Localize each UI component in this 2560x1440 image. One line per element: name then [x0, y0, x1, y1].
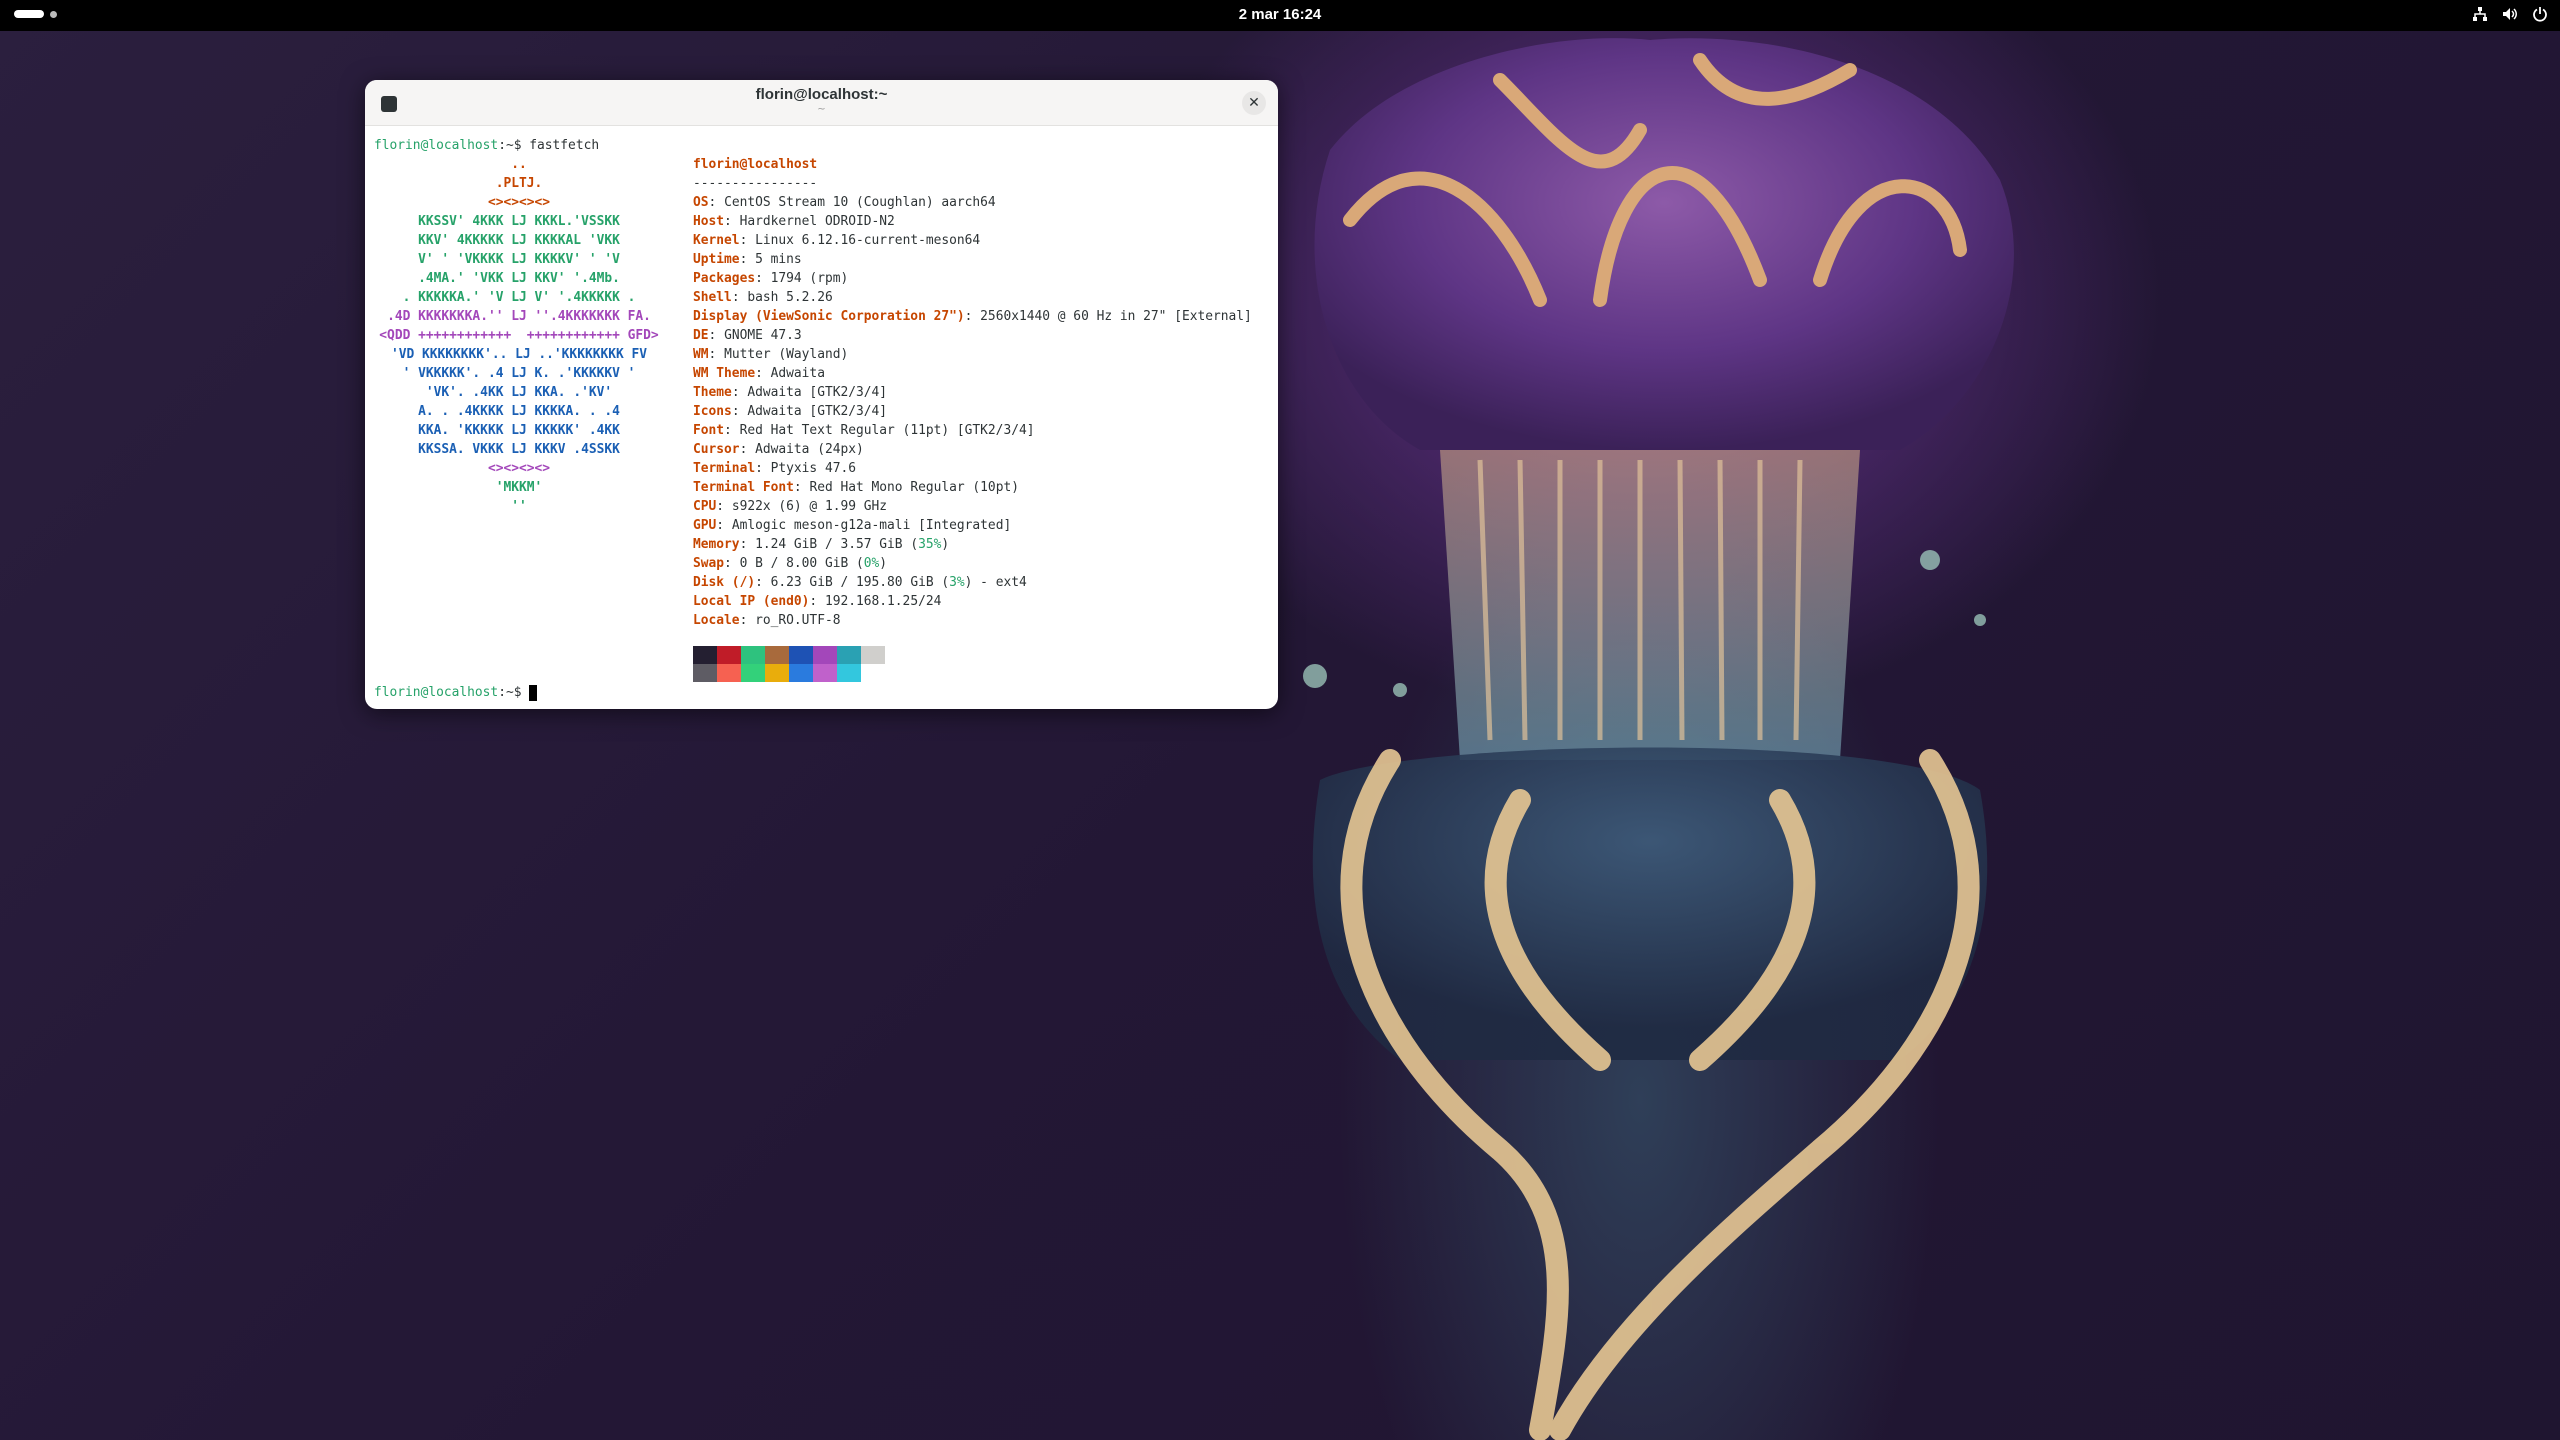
info-row: Display (ViewSonic Corporation 27"): 256…: [693, 309, 1252, 324]
logo-line: <><><><>: [487, 461, 551, 476]
logo-line: .PLTJ.: [495, 176, 543, 191]
prompt-user: florin@localhost: [374, 685, 499, 700]
info-row: Memory: 1.24 GiB / 3.57 GiB (35%): [693, 537, 950, 552]
info-row: OS: CentOS Stream 10 (Coughlan) aarch64: [693, 195, 996, 210]
system-tray[interactable]: [2472, 6, 2548, 22]
info-row: Font: Red Hat Text Regular (11pt) [GTK2/…: [693, 423, 1035, 438]
info-row: CPU: s922x (6) @ 1.99 GHz: [693, 499, 888, 514]
info-row: Local IP (end0): 192.168.1.25/24: [693, 594, 942, 609]
info-row: WM Theme: Adwaita: [693, 366, 825, 381]
logo-line: KKV' 4KKKKK LJ KKKKAL 'VKK: [418, 233, 620, 248]
info-row: Packages: 1794 (rpm): [693, 271, 849, 286]
prompt-user: florin@localhost: [374, 138, 499, 153]
terminal-content[interactable]: florin@localhost:~$ fastfetch .. .PLTJ. …: [374, 136, 1272, 709]
logo-line: ..: [511, 157, 527, 172]
color-swatch: [693, 646, 717, 664]
prompt-path: :~$: [498, 138, 522, 153]
info-row: Swap: 0 B / 8.00 GiB (0%): [693, 556, 888, 571]
info-row: Locale: ro_RO.UTF-8: [693, 613, 841, 628]
color-swatch: [837, 664, 861, 682]
logo-line: KKSSA. VKKK LJ KKKV .4SSKK: [418, 442, 620, 457]
info-row: Shell: bash 5.2.26: [693, 290, 833, 305]
window-header[interactable]: florin@localhost:~ ~ ✕: [365, 80, 1278, 126]
terminal-window[interactable]: florin@localhost:~ ~ ✕ florin@localhost:…: [365, 80, 1278, 709]
color-swatch: [861, 664, 885, 682]
prompt-line[interactable]: florin@localhost:~$: [374, 683, 538, 702]
logo-line: KKA. 'KKKKK LJ KKKKK' .4KK: [418, 423, 620, 438]
power-icon[interactable]: [2532, 6, 2548, 22]
color-swatch: [765, 646, 789, 664]
info-row: Uptime: 5 mins: [693, 252, 802, 267]
color-palette: [693, 646, 885, 682]
color-swatch: [693, 664, 717, 682]
info-row: Terminal Font: Red Hat Mono Regular (10p…: [693, 480, 1019, 495]
color-swatch: [789, 646, 813, 664]
color-swatch: [813, 646, 837, 664]
info-row: DE: GNOME 47.3: [693, 328, 802, 343]
logo-line: . KKKKKA.' 'V LJ V' '.4KKKKK .: [402, 290, 636, 305]
window-title: florin@localhost:~: [755, 86, 888, 103]
color-swatch: [813, 664, 837, 682]
logo-line: 'VD KKKKKKKK'.. LJ ..'KKKKKKKK FV: [390, 347, 648, 362]
text-cursor: [529, 684, 538, 701]
logo-line: 'MKKM': [495, 480, 543, 495]
info-row: WM: Mutter (Wayland): [693, 347, 849, 362]
prompt-path: :~$: [498, 685, 522, 700]
distro-logo: .. .PLTJ. <><><><> KKSSV' 4KKK LJ KKKL.'…: [374, 155, 664, 516]
logo-line: ' VKKKKK'. .4 LJ K. .'KKKKKV ': [402, 366, 636, 381]
color-swatch: [741, 646, 765, 664]
info-row: Terminal: Ptyxis 47.6: [693, 461, 856, 476]
logo-line: KKSSV' 4KKK LJ KKKL.'VSSKK: [418, 214, 620, 229]
network-icon[interactable]: [2472, 6, 2488, 22]
logo-line: .4MA.' 'VKK LJ KKV' '.4Mb.: [418, 271, 620, 286]
logo-line: <QDD ++++++++++++ ++++++++++++ GFD>: [379, 328, 659, 343]
info-row: Icons: Adwaita [GTK2/3/4]: [693, 404, 888, 419]
info-row: Theme: Adwaita [GTK2/3/4]: [693, 385, 888, 400]
color-swatch: [717, 664, 741, 682]
separator: ----------------: [693, 176, 818, 191]
color-swatch: [765, 664, 789, 682]
logo-line: 'VK'. .4KK LJ KKA. .'KV': [425, 385, 613, 400]
command-line: florin@localhost:~$ fastfetch: [374, 136, 599, 155]
info-row: Cursor: Adwaita (24px): [693, 442, 864, 457]
color-swatch: [741, 664, 765, 682]
logo-line: A. . .4KKKK LJ KKKKA. . .4: [418, 404, 620, 419]
logo-line: '': [511, 499, 527, 514]
volume-icon[interactable]: [2502, 6, 2518, 22]
color-swatch: [861, 646, 885, 664]
logo-line: <><><><>: [487, 195, 551, 210]
info-row: GPU: Amlogic meson-g12a-mali [Integrated…: [693, 518, 1012, 533]
logo-line: .4D KKKKKKKA.'' LJ ''.4KKKKKKK FA.: [387, 309, 651, 324]
close-button[interactable]: ✕: [1242, 91, 1266, 115]
user-host: florin@localhost: [693, 157, 818, 172]
info-row: Disk (/): 6.23 GiB / 195.80 GiB (3%) - e…: [693, 575, 1027, 590]
command-text: fastfetch: [529, 138, 600, 153]
color-swatch: [789, 664, 813, 682]
color-swatch: [837, 646, 861, 664]
info-row: Host: Hardkernel ODROID-N2: [693, 214, 895, 229]
logo-line: V' ' 'VKKKK LJ KKKKV' ' 'V: [418, 252, 620, 267]
info-row: Kernel: Linux 6.12.16-current-meson64: [693, 233, 981, 248]
window-subtitle: ~: [817, 104, 826, 115]
clock[interactable]: 2 mar 16:24: [0, 6, 2560, 23]
system-info: florin@localhost ---------------- OS: Ce…: [693, 155, 1252, 630]
top-bar: 2 mar 16:24: [0, 0, 2560, 31]
color-swatch: [717, 646, 741, 664]
